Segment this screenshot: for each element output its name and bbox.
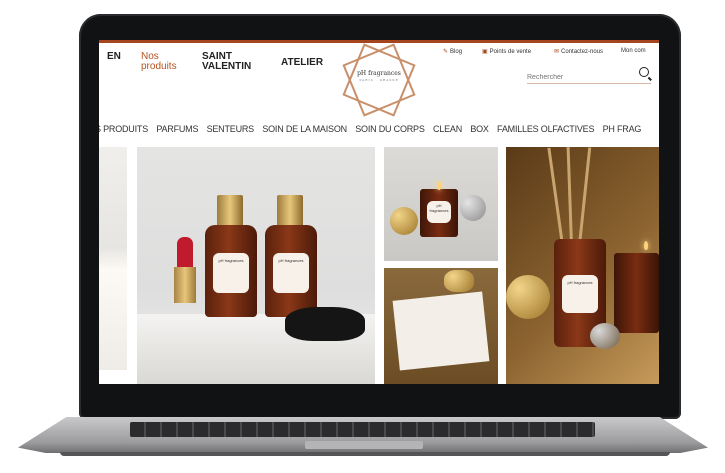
- product-image-diffuser[interactable]: pH fragrances: [506, 147, 659, 384]
- ornament: [390, 207, 418, 235]
- laptop-screen: EN Nos produits SAINT VALENTIN ATELIER p…: [99, 40, 659, 384]
- bow-tie: [285, 307, 365, 341]
- utility-blog[interactable]: ✎ Blog: [443, 48, 462, 55]
- utility-contact-label: Contactez-nous: [561, 49, 604, 55]
- logo-subtitle: PARIS · GRASSE: [359, 78, 399, 82]
- diffuser-stick: [578, 147, 592, 246]
- bottle-cap: [277, 195, 303, 227]
- lipstick-case: [174, 267, 196, 303]
- category-familles[interactable]: FAMILLES OLFACTIVES: [497, 124, 594, 134]
- category-senteurs[interactable]: SENTEURS: [207, 124, 255, 134]
- ornament: [460, 195, 486, 221]
- utility-account[interactable]: Mon com: [621, 48, 646, 54]
- search-bar: [527, 66, 651, 84]
- product-image-candle[interactable]: pH fragrances: [384, 147, 498, 261]
- category-parfums[interactable]: PARFUMS: [156, 124, 198, 134]
- nav-saint-valentin[interactable]: SAINT VALENTIN: [202, 52, 262, 72]
- category-soin-maison[interactable]: SOIN DE LA MAISON: [262, 124, 347, 134]
- category-ph-fragrances[interactable]: PH FRAG: [603, 124, 642, 134]
- diffuser-stick: [547, 147, 564, 246]
- product-image-gift-box[interactable]: [384, 268, 498, 384]
- ornament: [506, 275, 550, 319]
- pen-icon: ✎: [443, 49, 449, 55]
- pinecone: [590, 323, 620, 349]
- utility-contact[interactable]: ✉ Contactez-nous: [554, 48, 603, 55]
- utility-points-label: Points de vente: [489, 49, 532, 55]
- laptop-foot: [60, 452, 670, 456]
- utility-blog-label: Blog: [450, 49, 463, 55]
- gold-garland: [444, 270, 474, 292]
- accent-bar: [99, 40, 659, 43]
- lipstick: [177, 237, 193, 269]
- candle-flame: [437, 181, 441, 190]
- diffuser-label: pH fragrances: [562, 275, 598, 313]
- candle-flame: [644, 241, 648, 250]
- bottle-label: pH fragrances: [213, 253, 249, 293]
- bottle-cap: [217, 195, 243, 227]
- mail-icon: ✉: [554, 49, 560, 55]
- gift-box: [392, 291, 490, 371]
- category-produits[interactable]: S PRODUITS: [99, 124, 148, 134]
- bottle-label: pH fragrances: [273, 253, 309, 293]
- shop-icon: ▣: [482, 49, 488, 55]
- candle-jar: [614, 253, 659, 333]
- category-clean[interactable]: CLEAN: [433, 124, 462, 134]
- product-image-perfumes[interactable]: pH fragrances pH fragrances: [137, 147, 375, 384]
- search-icon[interactable]: [639, 67, 649, 77]
- nav-atelier[interactable]: ATELIER: [281, 58, 323, 68]
- candle-label: pH fragrances: [427, 201, 451, 223]
- product-image-partial[interactable]: [99, 147, 127, 370]
- laptop-keyboard: [130, 422, 595, 437]
- diffuser-stick: [566, 147, 573, 246]
- laptop-trackpad: [305, 441, 423, 449]
- brand-logo-text: pH fragrances PARIS · GRASSE: [351, 70, 407, 82]
- utility-points-de-vente[interactable]: ▣ Points de vente: [482, 48, 531, 55]
- logo-name: pH fragrances: [357, 70, 401, 77]
- search-input[interactable]: [527, 71, 623, 81]
- category-soin-corps[interactable]: SOIN DU CORPS: [355, 124, 425, 134]
- category-box[interactable]: BOX: [470, 124, 489, 134]
- category-nav: S PRODUITS PARFUMS SENTEURS SOIN DE LA M…: [99, 124, 647, 134]
- nav-nos-produits[interactable]: Nos produits: [141, 52, 185, 72]
- language-switch[interactable]: EN: [107, 52, 121, 62]
